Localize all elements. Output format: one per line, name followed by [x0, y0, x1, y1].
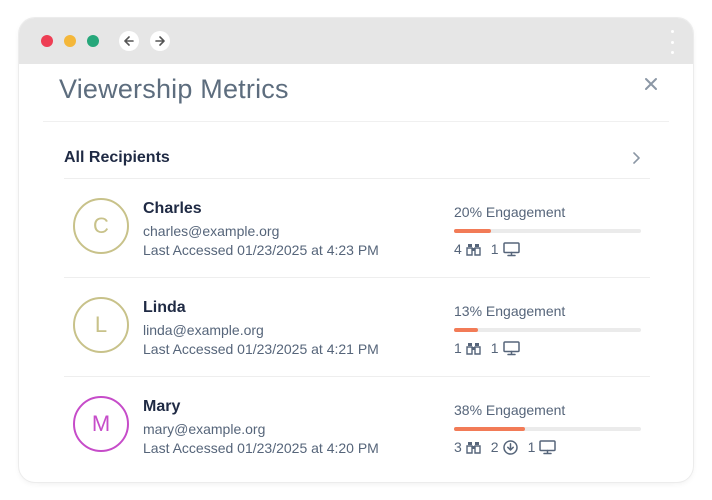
devices-count: 1	[527, 439, 536, 455]
minimize-window-dot[interactable]	[64, 35, 76, 47]
engagement-bar-fill	[454, 328, 479, 332]
recipient-name: Linda	[143, 299, 186, 316]
browser-titlebar	[19, 18, 693, 64]
devices-count: 1	[490, 340, 499, 356]
devices-count: 1	[490, 241, 499, 257]
all-recipients-header[interactable]: All Recipients	[64, 138, 642, 178]
avatar: L	[73, 297, 129, 353]
back-button[interactable]	[119, 31, 139, 51]
engagement-bar	[454, 328, 641, 332]
header-divider	[43, 121, 669, 122]
more-options-icon[interactable]	[669, 30, 675, 54]
recipient-email: mary@example.org	[143, 421, 266, 437]
all-recipients-label: All Recipients	[64, 149, 170, 166]
download-icon	[502, 439, 518, 455]
recipient-stats: 11	[454, 340, 530, 356]
downloads-count: 2	[490, 439, 499, 455]
engagement-bar-fill	[454, 229, 492, 233]
recipient-email: linda@example.org	[143, 322, 264, 338]
dialog-title: Viewership Metrics	[59, 74, 289, 104]
last-accessed-text: Last Accessed 01/23/2025 at 4:20 PM	[143, 440, 379, 456]
monitor-icon	[502, 241, 520, 256]
binoculars-icon	[466, 441, 481, 454]
views-count: 4	[454, 241, 462, 257]
arrow-right-icon	[155, 36, 165, 46]
engagement-label: 20% Engagement	[454, 204, 566, 220]
engagement-label: 38% Engagement	[454, 402, 566, 418]
devices-stat: 1	[491, 340, 520, 356]
downloads-stat: 2	[491, 439, 518, 455]
engagement-bar-fill	[454, 427, 526, 431]
recipient-stats: 41	[454, 241, 530, 257]
views-stat: 1	[454, 340, 481, 356]
recipient-name: Mary	[143, 398, 181, 415]
browser-window: Viewership Metrics All Recipients C Charl…	[19, 18, 693, 482]
recipient-name: Charles	[143, 200, 202, 217]
views-stat: 4	[454, 241, 481, 257]
recipient-row[interactable]: C Charles charles@example.org Last Accessed…	[64, 179, 650, 278]
maximize-window-dot[interactable]	[87, 35, 99, 47]
avatar: M	[73, 396, 129, 452]
engagement-bar	[454, 427, 641, 431]
recipient-row[interactable]: M Mary mary@example.org Last Accessed 01/23…	[64, 377, 650, 476]
chevron-right-icon	[633, 152, 640, 164]
binoculars-icon	[466, 243, 481, 256]
devices-stat: 1	[491, 241, 520, 257]
binoculars-icon	[466, 342, 481, 355]
avatar: C	[73, 198, 129, 254]
close-icon[interactable]	[643, 76, 659, 92]
engagement-bar	[454, 229, 641, 233]
views-stat: 3	[454, 439, 481, 455]
last-accessed-text: Last Accessed 01/23/2025 at 4:23 PM	[143, 242, 379, 258]
last-accessed-text: Last Accessed 01/23/2025 at 4:21 PM	[143, 341, 379, 357]
recipient-stats: 3 2 1	[454, 439, 566, 455]
recipient-email: charles@example.org	[143, 223, 280, 239]
engagement-label: 13% Engagement	[454, 303, 566, 319]
forward-button[interactable]	[150, 31, 170, 51]
arrow-left-icon	[124, 36, 134, 46]
close-window-dot[interactable]	[41, 35, 53, 47]
monitor-icon	[502, 340, 520, 355]
views-count: 3	[454, 439, 462, 455]
views-count: 1	[454, 340, 462, 356]
recipient-row[interactable]: L Linda linda@example.org Last Accessed 01/…	[64, 278, 650, 377]
monitor-icon	[539, 439, 557, 454]
devices-stat: 1	[528, 439, 557, 455]
